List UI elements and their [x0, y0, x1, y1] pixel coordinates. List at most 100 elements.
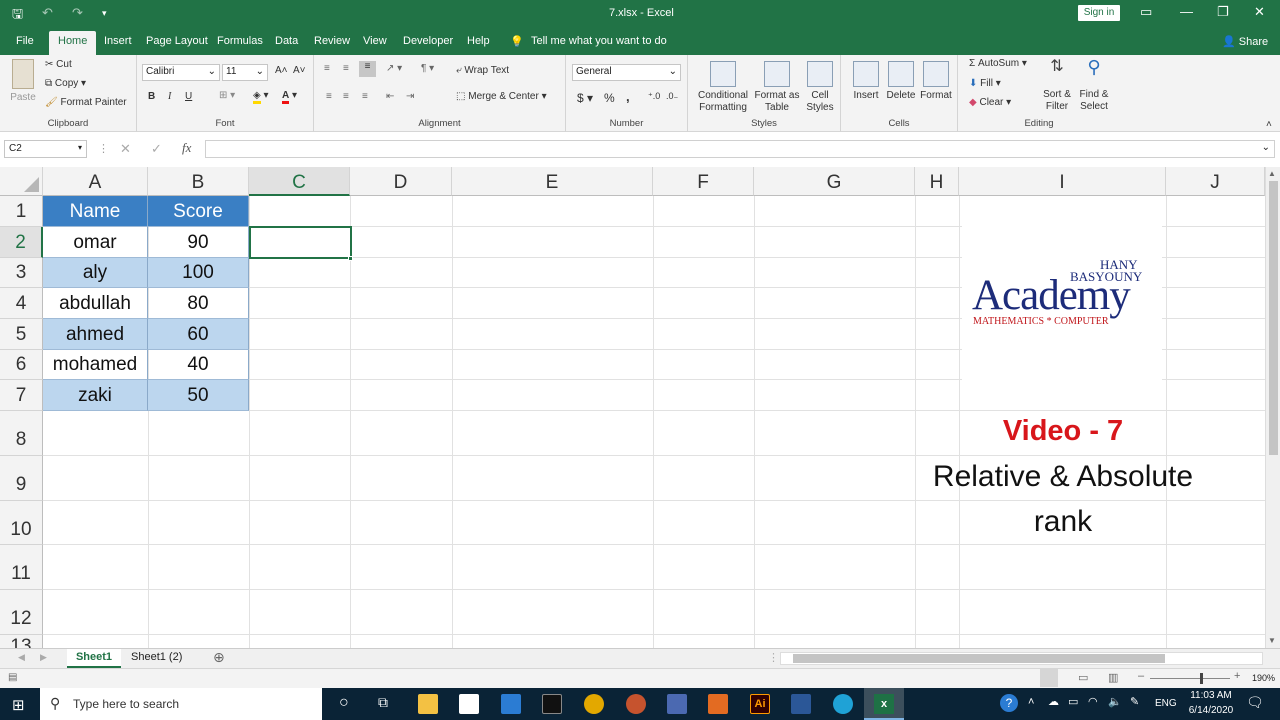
excel-taskbar-button[interactable]: x: [864, 688, 904, 720]
active-cell-c2[interactable]: [249, 226, 352, 259]
number-format-combo[interactable]: General ⌄: [572, 64, 681, 81]
redo-icon[interactable]: ↷: [72, 5, 83, 21]
col-header-d[interactable]: D: [350, 167, 452, 196]
matlab-icon[interactable]: [708, 694, 728, 714]
sign-in-button[interactable]: Sign in: [1078, 5, 1120, 21]
chrome-icon[interactable]: [584, 694, 604, 714]
font-size-combo[interactable]: 11 ⌄: [222, 64, 268, 81]
borders-icon[interactable]: ⊞ ▾: [219, 90, 235, 101]
table-header-name[interactable]: Name: [43, 196, 148, 227]
increase-font-icon[interactable]: A˄: [275, 65, 288, 76]
row-header-6[interactable]: 6: [0, 350, 43, 380]
notification-icon[interactable]: 🗨: [1246, 694, 1264, 711]
table-cell-name[interactable]: abdullah: [43, 288, 148, 319]
next-sheet-icon[interactable]: ▶: [40, 652, 47, 663]
sheet-tab-sheet1[interactable]: Sheet1: [67, 649, 121, 668]
tab-page-layout[interactable]: Page Layout: [146, 35, 208, 47]
row-header-12[interactable]: 12: [0, 590, 43, 635]
normal-view-icon[interactable]: [1040, 669, 1058, 687]
taskbar-search-box[interactable]: ⚲ Type here to search: [40, 688, 322, 720]
font-color-icon[interactable]: A ▾: [282, 90, 297, 104]
ribbon-display-icon[interactable]: ▭: [1140, 4, 1152, 20]
language-indicator[interactable]: ENG: [1155, 698, 1177, 709]
file-explorer-icon[interactable]: [418, 694, 438, 714]
clock-time[interactable]: 11:03 AM: [1185, 690, 1237, 701]
insert-cells-button[interactable]: Insert: [849, 61, 883, 102]
pen-icon[interactable]: ✎: [1130, 695, 1139, 708]
onedrive-icon[interactable]: ☁: [1048, 695, 1059, 708]
table-cell-name[interactable]: zaki: [43, 380, 148, 411]
tab-data[interactable]: Data: [275, 35, 298, 47]
share-button[interactable]: 👤 Share: [1222, 35, 1268, 48]
col-header-a[interactable]: A: [43, 167, 148, 196]
merge-center-button[interactable]: ⬚ Merge & Center ▾: [456, 91, 547, 102]
insert-function-button[interactable]: fx: [182, 140, 191, 156]
customize-qat-icon[interactable]: ▾: [102, 8, 107, 19]
decrease-indent-icon[interactable]: ⇤: [386, 91, 394, 102]
prev-sheet-icon[interactable]: ◀: [18, 652, 25, 663]
paste-button[interactable]: Paste: [8, 59, 38, 104]
col-header-f[interactable]: F: [653, 167, 754, 196]
copy-button[interactable]: ⧉ Copy ▾: [45, 78, 86, 89]
fill-handle[interactable]: [348, 256, 353, 261]
col-header-g[interactable]: G: [754, 167, 915, 196]
conditional-formatting-button[interactable]: Conditional Formatting: [696, 61, 750, 114]
decrease-decimal-icon[interactable]: .0₋: [666, 91, 678, 102]
autosum-button[interactable]: Σ AutoSum ▾: [969, 58, 1027, 69]
table-cell-name[interactable]: omar: [43, 227, 148, 258]
fill-button[interactable]: ⬇ Fill ▾: [969, 78, 1001, 89]
chevron-up-icon[interactable]: ˄: [1028, 696, 1034, 708]
volume-icon[interactable]: 🔈: [1108, 695, 1122, 708]
expand-formula-icon[interactable]: ⌄: [1262, 142, 1270, 153]
comma-button[interactable]: ,: [626, 89, 630, 104]
wrap-text-button[interactable]: ⤶ Wrap Text: [456, 65, 509, 76]
scroll-down-icon[interactable]: ▼: [1268, 636, 1276, 645]
zoom-level[interactable]: 190%: [1252, 673, 1275, 683]
wifi-icon[interactable]: ◠: [1088, 695, 1098, 708]
cancel-icon[interactable]: ✕: [120, 141, 131, 157]
tab-file[interactable]: File: [16, 35, 34, 47]
sheet-tab-sheet1-2[interactable]: Sheet1 (2): [131, 651, 182, 663]
delete-cells-button[interactable]: Delete: [884, 61, 918, 102]
mail-icon[interactable]: [501, 694, 521, 714]
edge-icon[interactable]: [833, 694, 853, 714]
format-as-table-button[interactable]: Format as Table: [752, 61, 802, 114]
font-name-combo[interactable]: Calibri ⌄: [142, 64, 220, 81]
decrease-font-icon[interactable]: A˅: [293, 65, 306, 76]
align-bottom-icon[interactable]: ≡: [359, 61, 376, 77]
currency-button[interactable]: $ ▾: [577, 91, 593, 105]
align-middle-icon[interactable]: ≡: [343, 63, 349, 74]
table-cell-score[interactable]: 50: [148, 380, 249, 411]
table-cell-name[interactable]: aly: [43, 258, 148, 288]
photos-icon[interactable]: [791, 694, 811, 714]
close-button[interactable]: ✕: [1254, 4, 1265, 20]
italic-button[interactable]: I: [168, 91, 171, 102]
tab-insert[interactable]: Insert: [104, 35, 132, 47]
row-header-13[interactable]: 13: [0, 635, 43, 648]
add-sheet-icon[interactable]: ⊕: [213, 649, 225, 666]
zoom-slider-thumb[interactable]: [1200, 673, 1203, 684]
align-top-icon[interactable]: ≡: [324, 63, 330, 74]
table-cell-name[interactable]: ahmed: [43, 319, 148, 350]
table-cell-name[interactable]: mohamed: [43, 350, 148, 380]
col-header-i[interactable]: I: [959, 167, 1166, 196]
cell-styles-button[interactable]: Cell Styles: [803, 61, 837, 114]
zoom-slider[interactable]: [1150, 673, 1230, 684]
app-icon[interactable]: [626, 694, 646, 714]
battery-icon[interactable]: ▭: [1068, 695, 1078, 708]
row-header-5[interactable]: 5: [0, 319, 43, 350]
bold-button[interactable]: B: [148, 91, 155, 102]
page-layout-view-icon[interactable]: ▭: [1078, 671, 1088, 684]
col-header-b[interactable]: B: [148, 167, 249, 196]
tab-view[interactable]: View: [363, 35, 387, 47]
increase-indent-icon[interactable]: ⇥: [406, 91, 414, 102]
row-header-8[interactable]: 8: [0, 411, 43, 456]
table-cell-score[interactable]: 80: [148, 288, 249, 319]
undo-icon[interactable]: ↶: [42, 5, 53, 21]
zoom-in-icon[interactable]: +: [1234, 670, 1240, 682]
select-all-corner[interactable]: [0, 167, 43, 196]
col-header-h[interactable]: H: [915, 167, 959, 196]
save-icon[interactable]: 🖫: [12, 5, 23, 27]
row-header-2[interactable]: 2: [0, 227, 43, 258]
row-header-11[interactable]: 11: [0, 545, 43, 590]
